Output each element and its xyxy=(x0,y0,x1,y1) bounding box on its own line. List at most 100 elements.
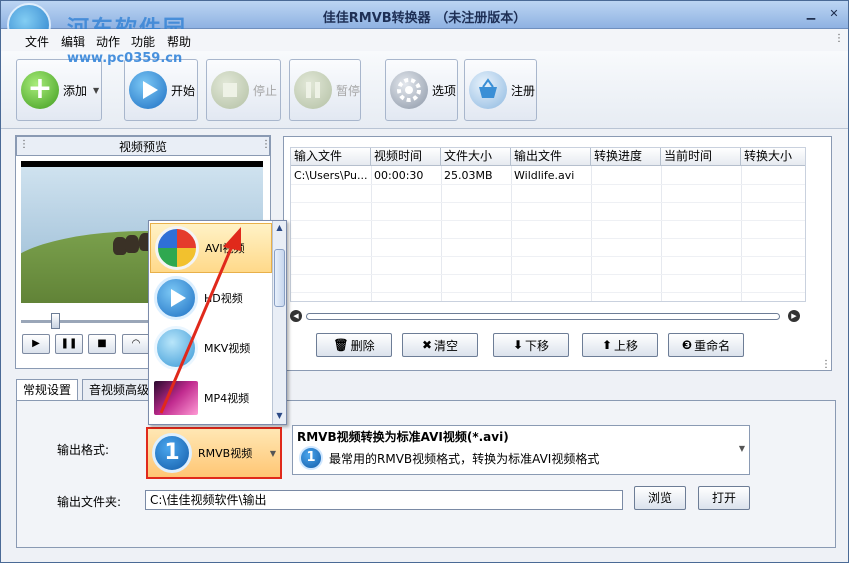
stop-label: 停止 xyxy=(253,83,278,98)
pause-button[interactable]: 暂停 xyxy=(289,59,361,121)
chevron-down-icon[interactable]: ▼ xyxy=(739,444,745,453)
cell-converted xyxy=(741,168,805,184)
video-bird xyxy=(125,235,139,253)
avi-format-icon xyxy=(155,226,199,270)
menu-action[interactable]: 动作 xyxy=(96,33,120,50)
rename-button[interactable]: ❸ 重命名 xyxy=(668,333,744,357)
tab-advanced[interactable]: 音视频高级 xyxy=(82,379,157,401)
grid-line xyxy=(371,166,372,301)
format-option-label: MP4视频 xyxy=(204,392,250,405)
format-option-avi[interactable]: AVI视频 xyxy=(150,223,272,273)
cell-current xyxy=(661,168,741,184)
mp4-format-icon xyxy=(154,381,198,415)
stop-icon xyxy=(211,71,249,109)
cell-size: 25.03MB xyxy=(444,169,493,182)
column-header[interactable]: 转换大小 xyxy=(741,148,805,166)
move-up-button[interactable]: ⬆ 上移 xyxy=(582,333,658,357)
format-option-hd[interactable]: HD视频 xyxy=(150,273,272,323)
seek-slider-track[interactable] xyxy=(21,320,151,323)
cell-output: Wildlife.avi xyxy=(514,169,575,182)
play-control-button[interactable]: ▶ xyxy=(22,334,50,354)
column-header[interactable]: 视频时间 xyxy=(371,148,441,166)
grid-line xyxy=(291,184,805,185)
menu-file[interactable]: 文件 xyxy=(25,33,49,50)
trash-icon: 🗑 xyxy=(333,338,349,352)
format-option-label: AVI视频 xyxy=(205,242,245,255)
move-down-button[interactable]: ⬇ 下移 xyxy=(493,333,569,357)
arrow-down-icon: ⬇ xyxy=(512,338,524,352)
watermark-url: www.pc0359.cn xyxy=(67,51,183,66)
scroll-left-icon[interactable]: ◀ xyxy=(290,310,302,322)
browse-button[interactable]: 浏览 xyxy=(634,486,686,510)
grid-line xyxy=(291,274,805,275)
menu-help[interactable]: 帮助 xyxy=(167,33,191,50)
preview-grip-icon: ⋮ xyxy=(19,139,29,150)
options-button[interactable]: 选项 xyxy=(385,59,458,121)
menu-function[interactable]: 功能 xyxy=(131,33,155,50)
delete-label: 删除 xyxy=(350,338,375,353)
column-header[interactable]: 文件大小 xyxy=(441,148,511,166)
grid-line xyxy=(291,220,805,221)
grid-line xyxy=(291,292,805,293)
seek-slider-thumb[interactable] xyxy=(51,313,60,329)
minimize-button[interactable]: ▁ xyxy=(801,7,821,23)
format-option-label: MKV视频 xyxy=(204,342,251,355)
settings-tabs: 常规设置 音视频高级 xyxy=(16,379,836,402)
scrollbar-track[interactable] xyxy=(306,313,780,320)
grid-line xyxy=(591,166,592,301)
list-grip-icon: ⋮ xyxy=(821,359,831,370)
clear-label: 清空 xyxy=(434,338,459,353)
horizontal-scrollbar[interactable]: ◀ ▶ xyxy=(288,309,804,323)
dropdown-scroll-thumb[interactable] xyxy=(274,249,285,307)
grid-line xyxy=(441,166,442,301)
column-header[interactable]: 当前时间 xyxy=(661,148,741,166)
chevron-down-icon: ▼ xyxy=(93,85,100,95)
mkv-format-icon xyxy=(154,326,198,370)
delete-button[interactable]: 🗑 删除 xyxy=(316,333,392,357)
output-folder-field[interactable]: C:\佳佳视频软件\输出 xyxy=(145,490,623,510)
scroll-right-icon[interactable]: ▶ xyxy=(788,310,800,322)
clear-button[interactable]: ✖ 清空 xyxy=(402,333,478,357)
pause-control-button[interactable]: ❚❚ xyxy=(55,334,83,354)
cell-duration: 00:00:30 xyxy=(374,169,424,182)
tab-general[interactable]: 常规设置 xyxy=(16,379,79,402)
file-list-table: 输入文件 视频时间 文件大小 输出文件 转换进度 当前时间 转换大小 C:\Us… xyxy=(290,147,806,302)
format-description: 最常用的RMVB视频格式，转换为标准AVI视频格式 xyxy=(329,452,600,466)
register-label: 注册 xyxy=(511,83,536,98)
output-format-select[interactable]: 1 RMVB视频 ▼ xyxy=(146,427,282,479)
app-window: 佳佳RMVB转换器 （未注册版本） ▁ ✕ 河东软件园 文件 编辑 动作 功能 … xyxy=(0,0,849,563)
column-header[interactable]: 输入文件 xyxy=(291,148,371,166)
scroll-up-icon[interactable]: ▲ xyxy=(275,223,284,232)
cell-input: C:\Users\Pu... xyxy=(294,169,368,182)
scroll-down-icon[interactable]: ▼ xyxy=(275,411,284,420)
arrow-up-icon: ⬆ xyxy=(601,338,613,352)
menu-edit[interactable]: 编辑 xyxy=(61,33,85,50)
format-description-box[interactable]: RMVB视频转换为标准AVI视频(*.avi) 1 最常用的RMVB视频格式，转… xyxy=(292,425,750,475)
chevron-down-icon: ▼ xyxy=(269,449,276,458)
stop-button[interactable]: 停止 xyxy=(206,59,281,121)
open-button[interactable]: 打开 xyxy=(698,486,750,510)
close-button[interactable]: ✕ xyxy=(824,7,844,23)
dropdown-scrollbar[interactable]: ▲ ▼ xyxy=(272,221,286,424)
options-label: 选项 xyxy=(432,83,457,98)
format-dropdown-list[interactable]: AVI视频 HD视频 MKV视频 MP4视频 ▲ ▼ xyxy=(148,220,287,425)
format-number-icon: 1 xyxy=(299,446,323,470)
format-option-mp4[interactable]: MP4视频 xyxy=(150,373,272,423)
grid-line xyxy=(291,256,805,257)
output-folder-label: 输出文件夹: xyxy=(57,495,122,509)
register-button[interactable]: 注册 xyxy=(464,59,537,121)
format-option-label: HD视频 xyxy=(204,292,243,305)
start-button[interactable]: 开始 xyxy=(124,59,198,121)
snapshot-control-button[interactable]: ◠ xyxy=(122,334,150,354)
column-header[interactable]: 输出文件 xyxy=(511,148,591,166)
format-option-mkv[interactable]: MKV视频 xyxy=(150,323,272,373)
column-header[interactable]: 转换进度 xyxy=(591,148,661,166)
file-list-panel: 输入文件 视频时间 文件大小 输出文件 转换进度 当前时间 转换大小 C:\Us… xyxy=(283,136,832,371)
format-number-icon: 1 xyxy=(152,433,192,473)
stop-control-button[interactable]: ■ xyxy=(88,334,116,354)
menu-bar: 文件 编辑 动作 功能 帮助 ⋮ xyxy=(1,29,848,51)
x-icon: ✖ xyxy=(421,338,433,352)
add-button[interactable]: + 添加 ▼ xyxy=(16,59,102,121)
rename-icon: ❸ xyxy=(681,338,693,352)
gear-icon xyxy=(390,71,428,109)
